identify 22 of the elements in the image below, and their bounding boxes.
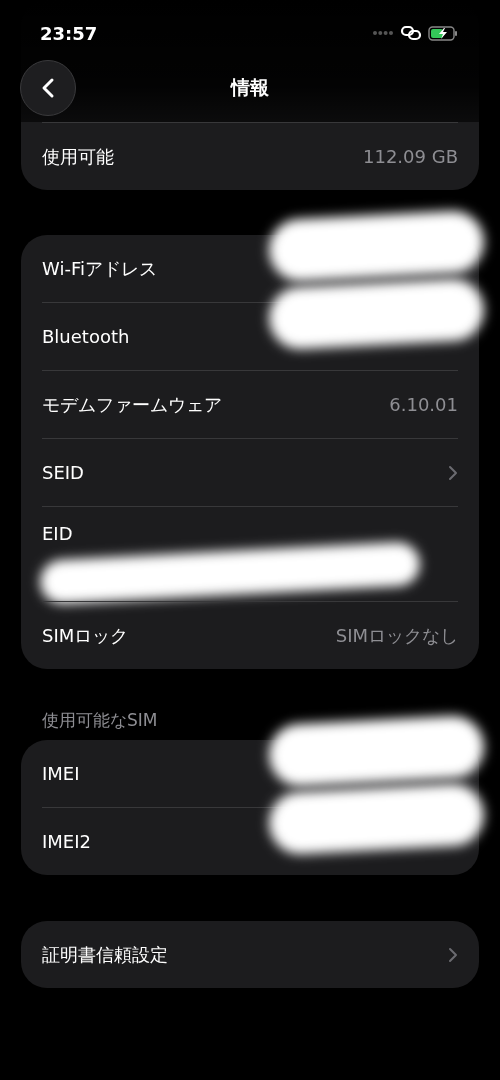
row-label: SIMロック [42,623,129,648]
back-icon [41,77,55,99]
row-label: IMEI2 [42,831,91,852]
signal-dots-icon [372,30,394,36]
nav-title: 情報 [231,75,269,100]
row-value: 112.09 GB [363,146,458,167]
row-label: SEID [42,462,84,483]
row-label: 証明書信頼設定 [42,942,168,967]
chevron-icon[interactable] [448,946,458,963]
back-button[interactable] [20,60,76,116]
row-label: モデムファームウェア [42,392,222,417]
row-label: 使用可能 [42,144,114,169]
row-value: SIMロックなし [335,623,458,648]
row-label: Bluetooth [42,326,130,347]
chevron-icon[interactable] [448,464,458,481]
link-icon [400,25,422,41]
status-time: 23:57 [40,22,98,44]
row-label: IMEI [42,763,80,784]
row-label: Wi-Fiアドレス [42,256,157,281]
row-label: EID [42,523,73,544]
row-value: 6.10.01 [389,394,458,415]
section-header: 使用可能なSIM [42,709,159,732]
